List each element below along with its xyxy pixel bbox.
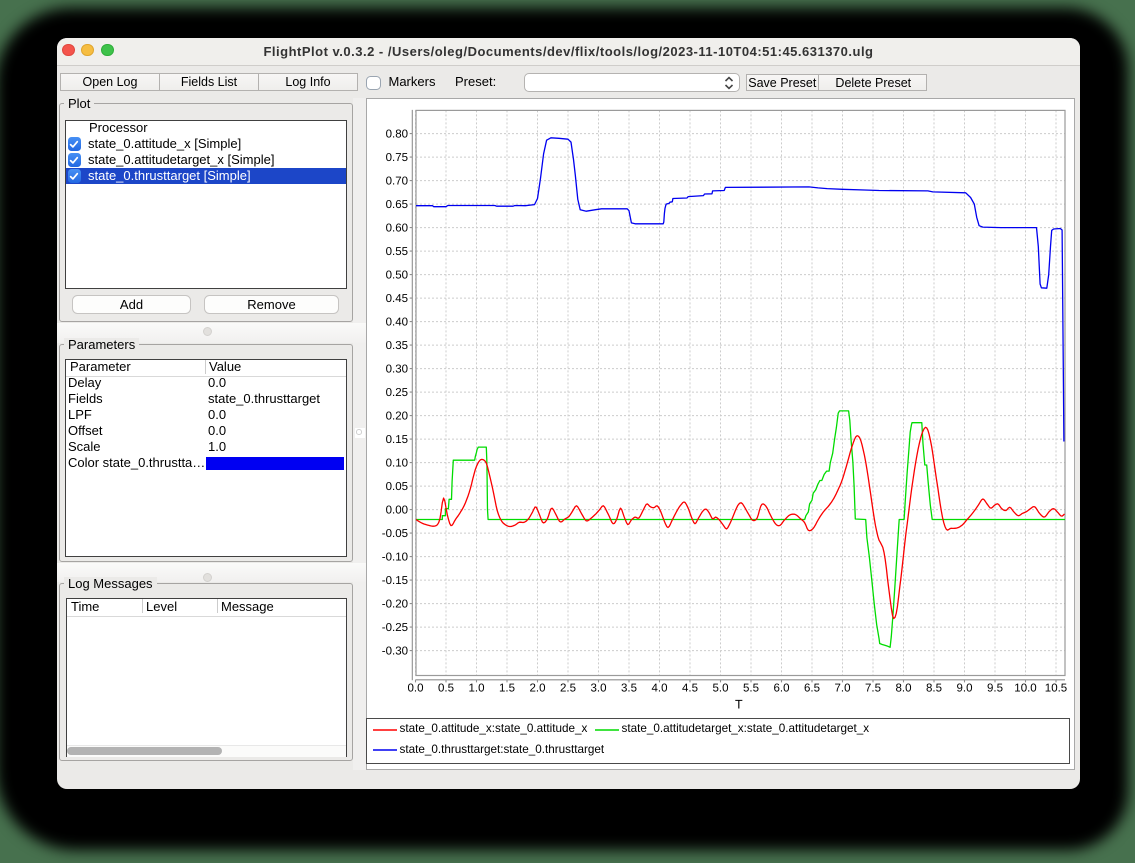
svg-text:8.5: 8.5	[926, 683, 942, 695]
svg-text:10.0: 10.0	[1014, 683, 1036, 695]
svg-text:4.0: 4.0	[652, 683, 668, 695]
svg-text:0.40: 0.40	[386, 317, 408, 329]
svg-text:0.15: 0.15	[386, 434, 408, 446]
svg-text:3.5: 3.5	[621, 683, 637, 695]
svg-text:2.5: 2.5	[560, 683, 576, 695]
svg-text:2.0: 2.0	[530, 683, 546, 695]
svg-text:0.0: 0.0	[408, 683, 424, 695]
svg-text:-0.05: -0.05	[382, 528, 408, 540]
svg-text:5.0: 5.0	[713, 683, 729, 695]
svg-text:T: T	[735, 698, 743, 712]
svg-text:-0.15: -0.15	[382, 575, 408, 587]
svg-text:0.50: 0.50	[386, 270, 408, 282]
svg-text:7.0: 7.0	[835, 683, 851, 695]
svg-text:-0.25: -0.25	[382, 622, 408, 634]
svg-text:-0.10: -0.10	[382, 552, 408, 564]
svg-text:0.80: 0.80	[386, 129, 408, 141]
svg-text:0.5: 0.5	[438, 683, 454, 695]
svg-text:0.55: 0.55	[386, 246, 408, 258]
svg-text:10.5: 10.5	[1045, 683, 1067, 695]
svg-text:5.5: 5.5	[743, 683, 759, 695]
svg-text:0.05: 0.05	[386, 481, 408, 493]
svg-text:-0.30: -0.30	[382, 646, 408, 658]
svg-text:4.5: 4.5	[682, 683, 698, 695]
svg-text:3.0: 3.0	[591, 683, 607, 695]
svg-text:0.30: 0.30	[386, 364, 408, 376]
svg-text:0.25: 0.25	[386, 387, 408, 399]
svg-text:0.45: 0.45	[386, 293, 408, 305]
svg-text:6.0: 6.0	[774, 683, 790, 695]
svg-text:9.0: 9.0	[957, 683, 973, 695]
svg-text:1.0: 1.0	[469, 683, 485, 695]
svg-text:0.00: 0.00	[386, 505, 408, 517]
svg-text:6.5: 6.5	[804, 683, 820, 695]
svg-text:0.65: 0.65	[386, 199, 408, 211]
svg-text:0.35: 0.35	[386, 340, 408, 352]
svg-text:0.10: 0.10	[386, 458, 408, 470]
svg-text:1.5: 1.5	[499, 683, 515, 695]
svg-text:0.75: 0.75	[386, 152, 408, 164]
svg-text:-0.20: -0.20	[382, 599, 408, 611]
svg-text:0.60: 0.60	[386, 223, 408, 235]
svg-text:8.0: 8.0	[896, 683, 912, 695]
svg-text:7.5: 7.5	[865, 683, 881, 695]
svg-text:0.20: 0.20	[386, 411, 408, 423]
svg-text:9.5: 9.5	[987, 683, 1003, 695]
svg-text:0.70: 0.70	[386, 176, 408, 188]
